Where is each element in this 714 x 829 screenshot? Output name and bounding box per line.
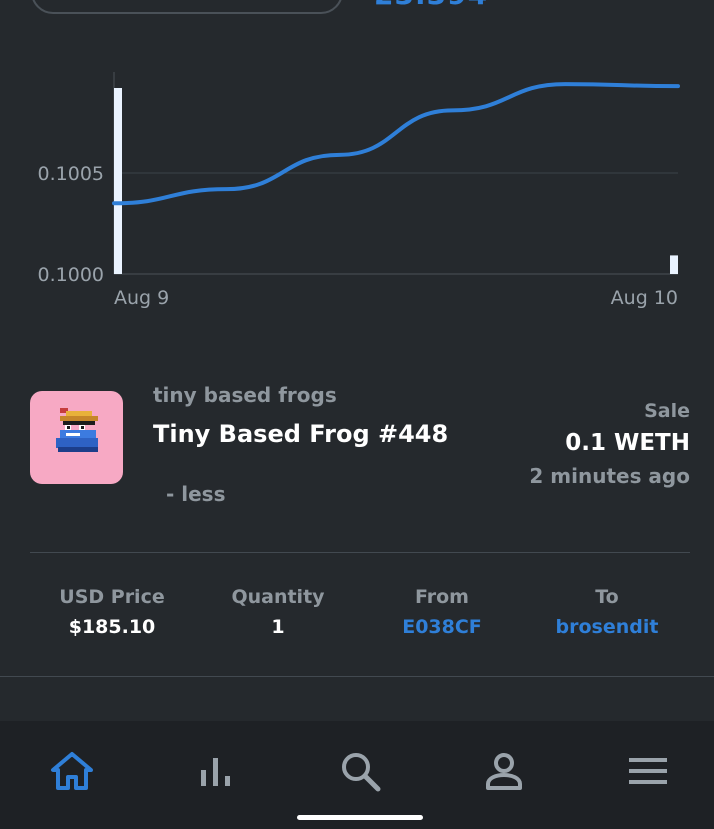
x-tick-label: Aug 10: [611, 287, 678, 309]
profile-icon: [486, 753, 522, 790]
divider: [30, 552, 690, 553]
frog-pixel-icon: [56, 408, 98, 452]
stat-label: USD Price: [59, 586, 165, 608]
nav-home[interactable]: [42, 741, 102, 801]
stat-usd-price: USD Price $185.10: [27, 586, 197, 638]
nav-menu[interactable]: [618, 741, 678, 801]
to-address-link[interactable]: brosendit: [522, 616, 692, 638]
nav-stats[interactable]: [186, 741, 246, 801]
search-pill[interactable]: [31, 0, 343, 14]
bottom-nav: [0, 721, 714, 829]
stat-label: To: [595, 586, 619, 608]
nft-name[interactable]: Tiny Based Frog #448: [153, 420, 448, 448]
stat-to: To brosendit: [522, 586, 692, 638]
nft-thumbnail[interactable]: [30, 391, 123, 484]
event-type: Sale: [644, 400, 690, 422]
stats-icon: [201, 758, 230, 786]
stat-label: Quantity: [231, 586, 325, 608]
stat-value: 1: [271, 616, 285, 638]
sale-time: 2 minutes ago: [529, 464, 690, 488]
from-address-link[interactable]: E038CF: [357, 616, 527, 638]
y-tick-label: 0.1005: [38, 163, 104, 185]
collection-name[interactable]: tiny based frogs: [153, 383, 337, 407]
home-indicator: [297, 815, 423, 820]
divider: [0, 676, 714, 677]
stat-label: From: [415, 586, 469, 608]
volume-bar: [670, 255, 678, 274]
stat-from: From E038CF: [357, 586, 527, 638]
volume-bar: [114, 88, 122, 274]
search-icon: [342, 753, 381, 792]
price-line: [112, 82, 680, 206]
y-tick-label: 0.1000: [38, 264, 104, 286]
less-toggle[interactable]: - less: [166, 482, 226, 506]
sale-price: 0.1 WETH: [565, 430, 690, 456]
stat-value: $185.10: [68, 616, 156, 638]
stat-quantity: Quantity 1: [193, 586, 363, 638]
nav-search[interactable]: [330, 741, 390, 801]
x-tick-label: Aug 9: [114, 287, 169, 309]
top-value: 23.394: [374, 0, 488, 11]
home-icon: [51, 752, 93, 790]
menu-icon: [629, 758, 667, 784]
price-chart: 0.1000 0.1005 Aug 9 Aug 10: [38, 72, 680, 309]
nav-profile[interactable]: [474, 741, 534, 801]
